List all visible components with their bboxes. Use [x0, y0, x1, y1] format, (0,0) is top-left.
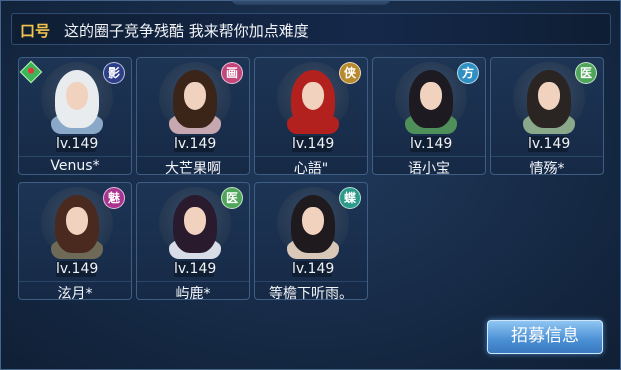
- member-level: lv.149: [292, 261, 335, 277]
- class-icon: 画: [221, 62, 243, 84]
- avatar-face: [184, 207, 206, 235]
- member-name: 情殇*: [491, 156, 603, 178]
- class-icon: 蝶: [339, 187, 361, 209]
- member-card[interactable]: 影 lv.149 Venus*: [18, 57, 132, 175]
- panel-top-ornament: [231, 0, 391, 5]
- slogan-bar: 口号 这的圈子竞争残酷 我来帮你加点难度: [11, 13, 611, 45]
- class-icon: 魅: [103, 187, 125, 209]
- member-level: lv.149: [410, 136, 453, 152]
- avatar-face: [302, 207, 324, 235]
- member-level: lv.149: [174, 136, 217, 152]
- member-level: lv.149: [292, 136, 335, 152]
- member-card[interactable]: 侠 lv.149 心語": [254, 57, 368, 178]
- member-name: 屿鹿*: [137, 281, 249, 303]
- member-card[interactable]: 蝶 lv.149 等檐下听雨。: [254, 182, 368, 303]
- member-card[interactable]: 医 lv.149 屿鹿*: [136, 182, 250, 303]
- avatar-face: [66, 82, 88, 110]
- avatar-face: [302, 82, 324, 110]
- member-card[interactable]: 画 lv.149 大芒果啊: [136, 57, 250, 178]
- slogan-label: 口号: [20, 22, 51, 40]
- member-level: lv.149: [174, 261, 217, 277]
- member-name: 大芒果啊: [137, 156, 249, 178]
- class-icon: 医: [221, 187, 243, 209]
- member-name: 语小宝: [373, 156, 485, 178]
- class-icon: 影: [103, 62, 125, 84]
- leader-badge-icon: [19, 60, 43, 84]
- member-level: lv.149: [56, 136, 99, 152]
- avatar-face: [538, 82, 560, 110]
- slogan-text: 这的圈子竞争残酷 我来帮你加点难度: [64, 22, 309, 40]
- member-name: 等檐下听雨。: [255, 281, 367, 303]
- member-card[interactable]: 魅 lv.149 泫月*: [18, 182, 132, 303]
- member-level: lv.149: [528, 136, 571, 152]
- recruit-info-button[interactable]: 招募信息: [487, 320, 603, 354]
- member-name: 泫月*: [19, 281, 131, 303]
- class-icon: 医: [575, 62, 597, 84]
- member-card[interactable]: 医 lv.149 情殇*: [490, 57, 604, 178]
- member-name: Venus*: [19, 156, 131, 174]
- member-name: 心語": [255, 156, 367, 178]
- avatar-face: [420, 82, 442, 110]
- class-icon: 方: [457, 62, 479, 84]
- avatar-face: [184, 82, 206, 110]
- class-icon: 侠: [339, 62, 361, 84]
- guild-members-panel: 口号 这的圈子竞争残酷 我来帮你加点难度 影 lv.149 Venus* 画 lv.14…: [0, 0, 621, 370]
- member-level: lv.149: [56, 261, 99, 277]
- member-card[interactable]: 方 lv.149 语小宝: [372, 57, 486, 178]
- avatar-face: [66, 207, 88, 235]
